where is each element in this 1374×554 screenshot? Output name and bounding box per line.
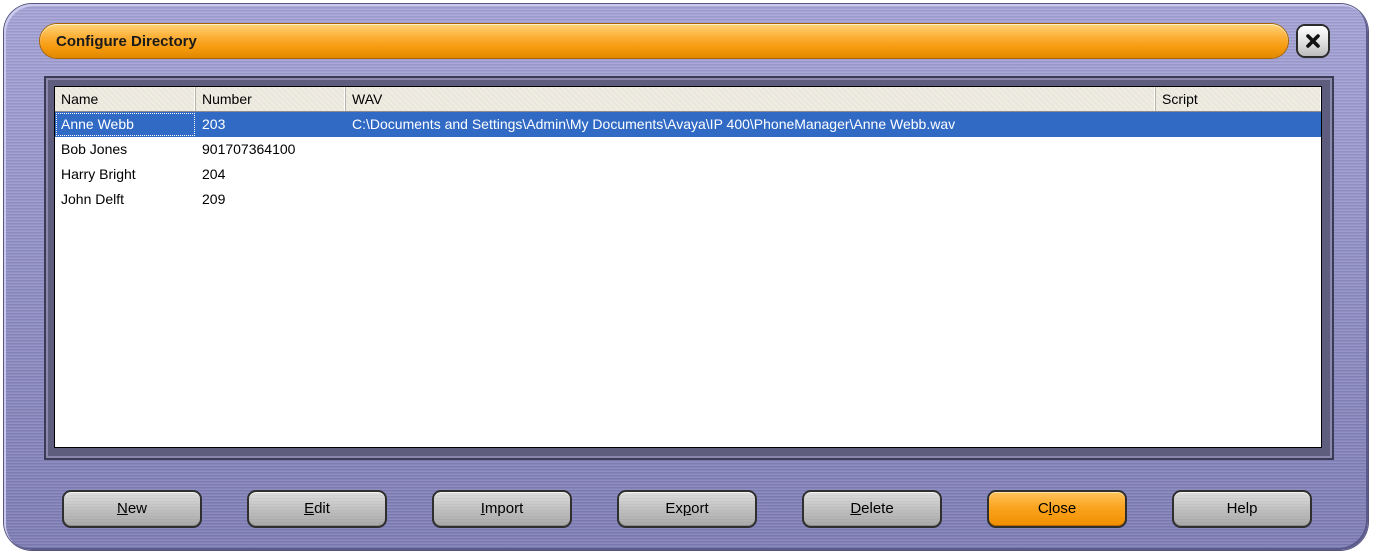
export-button[interactable]: Export: [617, 490, 757, 528]
close-icon: [1306, 34, 1320, 48]
list-body: Anne Webb 203 C:\Documents and Settings\Ad…: [55, 112, 1321, 212]
cell-number: 203: [202, 116, 226, 132]
edit-button[interactable]: Edit: [247, 490, 387, 528]
button-label: Delete: [850, 500, 894, 517]
button-label: New: [116, 500, 148, 517]
delete-button[interactable]: Delete: [802, 490, 942, 528]
cell-wav: [346, 137, 1156, 162]
list-header: Name Number WAV Script: [55, 87, 1321, 112]
button-label: Help: [1226, 500, 1258, 517]
cell-number: 901707364100: [202, 141, 296, 157]
column-header-script[interactable]: Script: [1156, 87, 1321, 111]
cell-script: [1156, 112, 1321, 137]
close-button[interactable]: Close: [987, 490, 1127, 528]
table-row[interactable]: Bob Jones 901707364100: [55, 137, 1321, 162]
import-button[interactable]: Import: [432, 490, 572, 528]
cell-script: [1156, 162, 1321, 187]
button-label: Import: [480, 500, 524, 517]
new-button[interactable]: New: [62, 490, 202, 528]
cell-name: Anne Webb: [55, 112, 196, 137]
table-row[interactable]: Anne Webb 203 C:\Documents and Settings\Ad…: [55, 112, 1321, 137]
directory-list-frame: Name Number WAV Script Anne Webb 203 C:\Do…: [44, 76, 1334, 460]
cell-name: John Delft: [61, 191, 125, 207]
button-label: Close: [1037, 500, 1077, 517]
column-header-number[interactable]: Number: [196, 87, 346, 111]
help-button[interactable]: Help: [1172, 490, 1312, 528]
configure-directory-window: Configure Directory Name Number WAV Scri…: [4, 4, 1368, 550]
cell-script: [1156, 137, 1321, 162]
cell-name: Bob Jones: [61, 141, 128, 157]
cell-script: [1156, 187, 1321, 212]
title-bar[interactable]: Configure Directory: [40, 24, 1288, 58]
column-header-wav[interactable]: WAV: [346, 87, 1156, 111]
cell-number: 209: [202, 191, 226, 207]
cell-number: 204: [202, 166, 226, 182]
cell-wav: [346, 187, 1156, 212]
directory-list[interactable]: Name Number WAV Script Anne Webb 203 C:\Do…: [54, 86, 1322, 448]
button-label: Edit: [304, 500, 330, 517]
cell-name: Harry Bright: [61, 166, 136, 182]
table-row[interactable]: Harry Bright 204: [55, 162, 1321, 187]
table-row[interactable]: John Delft 209: [55, 187, 1321, 212]
window-title: Configure Directory: [56, 32, 197, 50]
button-bar: New Edit Import Export Delete Close Help: [62, 490, 1312, 528]
column-header-name[interactable]: Name: [55, 87, 196, 111]
close-window-button[interactable]: [1298, 26, 1328, 56]
cell-wav: [346, 162, 1156, 187]
cell-wav: C:\Documents and Settings\Admin\My Docum…: [352, 116, 956, 132]
button-label: Export: [665, 500, 709, 517]
